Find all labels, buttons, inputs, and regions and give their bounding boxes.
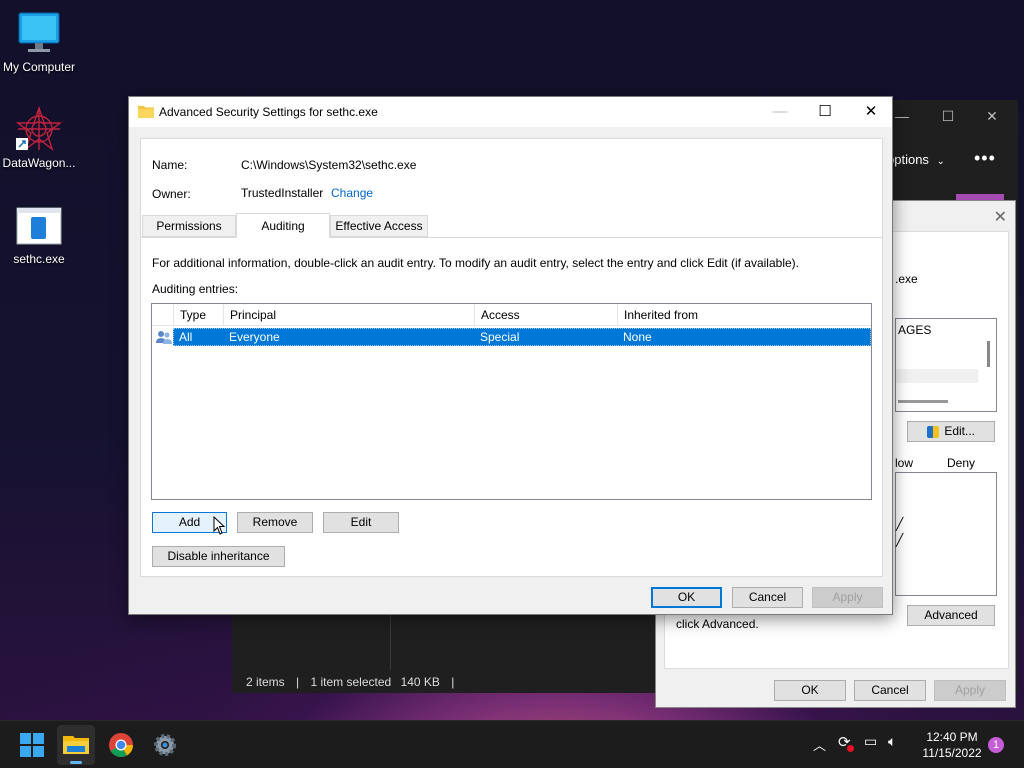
chrome-icon[interactable] xyxy=(108,732,134,758)
minimize-icon[interactable]: — xyxy=(892,106,912,126)
info-text: For additional information, double-click… xyxy=(152,256,799,270)
start-windows-icon[interactable] xyxy=(20,733,44,757)
file-name-fragment: .exe xyxy=(895,272,918,286)
cell-inherited: None xyxy=(623,330,652,344)
remove-button[interactable]: Remove xyxy=(237,512,313,533)
edit-button-label: Edit... xyxy=(944,424,976,438)
close-icon[interactable]: ✕ xyxy=(994,207,1007,227)
column-header-access[interactable]: Access xyxy=(474,304,617,326)
dialog-titlebar: Advanced Security Settings for sethc.exe… xyxy=(129,97,892,127)
chevron-down-icon: ⌄ xyxy=(936,156,945,167)
desktop-icon-label: DataWagon... xyxy=(2,156,76,170)
active-indicator xyxy=(70,761,82,764)
scrollbar[interactable] xyxy=(987,341,990,367)
cell-access: Special xyxy=(480,330,520,344)
group-list-item[interactable]: AGES xyxy=(898,323,931,337)
edit-button[interactable]: Edit... xyxy=(907,421,995,442)
props-ok-button[interactable]: OK xyxy=(774,680,846,701)
desktop-icon-sethc[interactable]: sethc.exe xyxy=(0,206,78,266)
auditing-entries-list[interactable]: Type Principal Access Inherited from All… xyxy=(151,303,872,500)
datawagon-icon xyxy=(15,105,63,152)
checkmark-icon: ╱ xyxy=(896,517,904,531)
props-cancel-button[interactable]: Cancel xyxy=(854,680,926,701)
tab-permissions[interactable]: Permissions xyxy=(142,215,236,237)
status-separator: | xyxy=(451,675,455,689)
security-panel: Name: C:\Windows\System32\sethc.exe Owne… xyxy=(140,138,883,577)
folder-icon xyxy=(63,736,89,754)
dialog-title: Advanced Security Settings for sethc.exe xyxy=(159,105,378,119)
advanced-hint: click Advanced. xyxy=(676,617,759,631)
column-header-principal[interactable]: Principal xyxy=(223,304,474,326)
folder-icon xyxy=(138,106,154,118)
selection-count: 1 item selected xyxy=(310,675,392,689)
owner-value: TrustedInstaller xyxy=(241,186,324,200)
options-menu[interactable]: options ⌄ xyxy=(887,152,945,167)
cell-principal: Everyone xyxy=(229,330,280,344)
desktop-icon-datawagon[interactable]: DataWagon... xyxy=(0,105,78,170)
auditing-entries-label: Auditing entries: xyxy=(152,282,239,296)
tab-auditing[interactable]: Auditing xyxy=(236,213,330,238)
desktop-icon-my-computer[interactable]: My Computer xyxy=(0,10,78,74)
owner-label: Owner: xyxy=(152,187,191,201)
desktop-icon-label: My Computer xyxy=(2,60,76,74)
ok-button[interactable]: OK xyxy=(651,587,722,608)
column-header-inherited[interactable]: Inherited from xyxy=(617,304,871,326)
notification-badge[interactable]: 1 xyxy=(988,737,1004,753)
allow-column-header: low xyxy=(895,456,914,470)
close-icon[interactable]: ✕ xyxy=(856,101,886,123)
exe-file-icon xyxy=(16,206,62,248)
group-list[interactable]: AGES xyxy=(895,318,997,412)
deny-column-header: Deny xyxy=(947,456,976,470)
list-row-highlight xyxy=(896,369,978,383)
props-apply-button[interactable]: Apply xyxy=(934,680,1006,701)
status-bar: 2 items | 1 item selected 140 KB | xyxy=(232,672,652,693)
status-separator: | xyxy=(296,675,300,689)
cancel-button[interactable]: Cancel xyxy=(732,587,803,608)
monitor-icon xyxy=(16,10,62,56)
users-icon xyxy=(156,331,172,344)
horizontal-scrollbar[interactable] xyxy=(898,400,948,403)
clock-time: 12:40 PM xyxy=(926,730,978,744)
name-value: C:\Windows\System32\sethc.exe xyxy=(241,158,417,172)
settings-gear-icon[interactable] xyxy=(152,732,178,758)
file-explorer-taskbar-button[interactable] xyxy=(57,725,95,765)
chevron-up-icon[interactable]: ︿ xyxy=(813,735,826,754)
taskbar: ︿ ⟳ ▭ 🔈︎ 12:40 PM 11/15/2022 xyxy=(0,720,1024,768)
selection-size: 140 KB xyxy=(400,675,440,689)
advanced-security-dialog: Advanced Security Settings for sethc.exe… xyxy=(128,96,893,615)
pane-divider xyxy=(390,614,391,670)
list-header: Type Principal Access Inherited from xyxy=(152,304,871,326)
close-icon[interactable]: ✕ xyxy=(982,106,1002,126)
maximize-icon[interactable]: ☐ xyxy=(938,106,958,126)
table-row[interactable]: All Everyone Special None xyxy=(152,328,871,346)
tab-effective-access[interactable]: Effective Access xyxy=(330,215,428,237)
edit-button[interactable]: Edit xyxy=(323,512,399,533)
network-icon[interactable]: ▭ xyxy=(864,733,877,750)
disable-inheritance-button[interactable]: Disable inheritance xyxy=(152,546,285,567)
more-options-icon[interactable]: ••• xyxy=(974,148,996,169)
desktop-icon-label: sethc.exe xyxy=(13,252,65,266)
advanced-button[interactable]: Advanced xyxy=(907,605,995,626)
maximize-icon[interactable]: ☐ xyxy=(810,101,840,123)
mouse-cursor-icon xyxy=(213,516,226,535)
cell-type: All xyxy=(179,330,193,344)
apply-button[interactable]: Apply xyxy=(812,587,883,608)
minimize-icon[interactable]: — xyxy=(765,101,795,123)
volume-icon[interactable]: 🔈︎ xyxy=(888,733,896,750)
sync-error-indicator xyxy=(847,745,854,752)
permissions-grid: ╱ ╱ xyxy=(895,472,997,596)
options-label: options xyxy=(887,152,929,167)
item-count: 2 items xyxy=(246,675,285,689)
checkmark-icon: ╱ xyxy=(896,533,904,547)
uac-shield-icon xyxy=(926,425,939,438)
column-header-type[interactable]: Type xyxy=(173,304,223,326)
change-owner-link[interactable]: Change xyxy=(331,186,373,200)
name-label: Name: xyxy=(152,158,188,172)
clock[interactable]: 12:40 PM 11/15/2022 xyxy=(916,729,988,761)
clock-date: 11/15/2022 xyxy=(922,746,982,760)
